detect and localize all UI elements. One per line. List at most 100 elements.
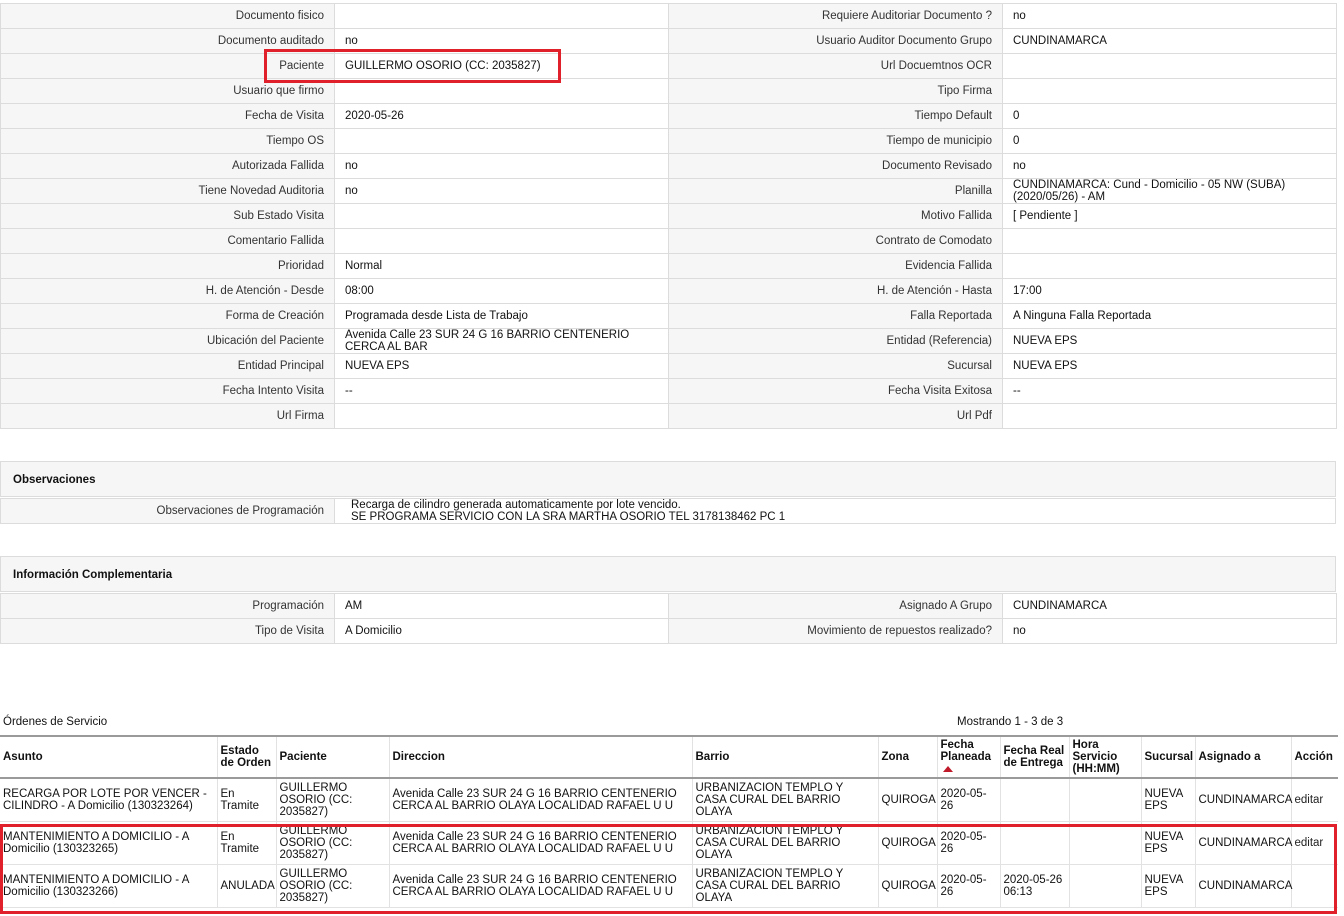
cell-sucursal: NUEVA EPS <box>1140 778 1195 822</box>
column-header-zona[interactable]: Zona <box>877 735 937 779</box>
tiempo-de-municipio-value: 0 <box>1002 128 1337 154</box>
column-header-asunto[interactable]: Asunto <box>0 735 217 779</box>
cell-hora-servicio <box>1068 864 1141 908</box>
cell-accion: editar <box>1290 821 1338 865</box>
column-header-accion[interactable]: Acción <box>1290 735 1338 779</box>
cell-fecha-real-de-entrega: 2020-05-26 06:13 <box>999 864 1069 908</box>
detail-row: Programación AM Asignado A Grupo CUNDINAMAR… <box>0 593 1337 619</box>
detail-row: Fecha de Visita 2020-05-26 Tiempo Default 0 <box>0 103 1337 129</box>
column-header-direccion[interactable]: Direccion <box>388 735 692 779</box>
cell-accion: editar <box>1290 778 1338 822</box>
entidad-referencia-label: Entidad (Referencia) <box>668 328 1003 354</box>
ordenes-title: Órdenes de Servicio <box>3 716 108 728</box>
entidad-principal-value: NUEVA EPS <box>334 353 669 379</box>
column-header-label: Asignado a <box>1198 751 1261 763</box>
motivo-fallida-value: [ Pendiente ] <box>1002 203 1337 229</box>
programacion-label: Programación <box>0 593 335 619</box>
evidencia-fallida-label: Evidencia Fallida <box>668 253 1003 279</box>
cell-asignado-a: CUNDINAMARCA <box>1194 821 1292 865</box>
tiempo-default-label: Tiempo Default <box>668 103 1003 129</box>
documento-fisico-label: Documento fisico <box>0 3 335 29</box>
contrato-de-comodato-value <box>1002 228 1337 254</box>
cell-paciente: GUILLERMO OSORIO (CC: 2035827) <box>275 821 389 865</box>
cell-fecha-real-de-entrega <box>999 821 1069 865</box>
tiempo-default-value: 0 <box>1002 103 1337 129</box>
motivo-fallida-label: Motivo Fallida <box>668 203 1003 229</box>
falla-reportada-value: A Ninguna Falla Reportada <box>1002 303 1337 329</box>
detail-row: Prioridad Normal Evidencia Fallida <box>0 253 1337 279</box>
prioridad-label: Prioridad <box>0 253 335 279</box>
paciente-value: GUILLERMO OSORIO (CC: 2035827) <box>334 53 669 79</box>
table-row: RECARGA POR LOTE POR VENCER - CILINDRO -… <box>0 778 1338 822</box>
detail-row: Forma de Creación Programada desde Lista … <box>0 303 1337 329</box>
tipo-de-visita-value: A Domicilio <box>334 618 669 644</box>
detail-row: Sub Estado Visita Motivo Fallida[ Pendien… <box>0 203 1337 229</box>
url-firma-value <box>334 403 669 429</box>
observaciones-line-2: SE PROGRAMA SERVICIO CON LA SRA MARTHA O… <box>351 511 786 523</box>
column-header-label: Acción <box>1294 751 1333 763</box>
detail-row: Ubicación del Paciente Avenida Calle 23 S… <box>0 328 1337 354</box>
cell-sucursal: NUEVA EPS <box>1140 864 1195 908</box>
fecha-de-visita-label: Fecha de Visita <box>0 103 335 129</box>
url-pdf-label: Url Pdf <box>668 403 1003 429</box>
tipo-firma-label: Tipo Firma <box>668 78 1003 104</box>
evidencia-fallida-value <box>1002 253 1337 279</box>
movimiento-de-repuestos-realizado-value: no <box>1002 618 1337 644</box>
cell-asunto: MANTENIMIENTO A DOMICILIO - A Domicilio … <box>0 821 217 865</box>
cell-estado-de-orden: ANULADA <box>216 864 276 908</box>
tiene-novedad-auditoria-value: no <box>334 178 669 204</box>
column-header-asignado-a[interactable]: Asignado a <box>1194 735 1291 779</box>
ubicacion-del-paciente-label: Ubicación del Paciente <box>0 328 335 354</box>
url-docuemtnos-ocr-value <box>1002 53 1337 79</box>
column-header-estado-de-orden[interactable]: Estado de Orden <box>216 735 276 779</box>
column-header-fecha-real-de-entrega[interactable]: Fecha Real de Entrega <box>999 735 1069 779</box>
autorizada-fallida-label: Autorizada Fallida <box>0 153 335 179</box>
sucursal-label: Sucursal <box>668 353 1003 379</box>
cell-barrio: URBANIZACION TEMPLO Y CASA CURAL DEL BAR… <box>691 864 878 908</box>
forma-de-creacion-label: Forma de Creación <box>0 303 335 329</box>
edit-link[interactable]: editar <box>1295 794 1324 806</box>
falla-reportada-label: Falla Reportada <box>668 303 1003 329</box>
column-header-label: Fecha Planeada <box>940 739 992 763</box>
forma-de-creacion-value: Programada desde Lista de Trabajo <box>334 303 669 329</box>
usuario-auditor-documento-grupo-value: CUNDINAMARCA <box>1002 28 1337 54</box>
cell-paciente: GUILLERMO OSORIO (CC: 2035827) <box>275 864 389 908</box>
detail-row: H. de Atención - Desde 08:00 H. de Atenció… <box>0 278 1337 304</box>
tiempo-de-municipio-label: Tiempo de municipio <box>668 128 1003 154</box>
cell-asignado-a: CUNDINAMARCA <box>1194 778 1292 822</box>
fecha-visita-exitosa-label: Fecha Visita Exitosa <box>668 378 1003 404</box>
column-header-label: Direccion <box>392 751 445 763</box>
planilla-value: CUNDINAMARCA: Cund - Domicilio - 05 NW (… <box>1002 178 1337 204</box>
usuario-que-firmo-value <box>334 78 669 104</box>
detail-row: Url Firma Url Pdf <box>0 403 1337 429</box>
detail-row: Tipo de Visita A Domicilio Movimiento de r… <box>0 618 1337 644</box>
edit-link[interactable]: editar <box>1295 837 1324 849</box>
comentario-fallida-label: Comentario Fallida <box>0 228 335 254</box>
visit-details-table: Documento fisico Requiere Auditoriar Docu… <box>0 3 1337 429</box>
observaciones-value: Recarga de cilindro generada automaticam… <box>334 498 1336 524</box>
programacion-value: AM <box>334 593 669 619</box>
observaciones-label: Observaciones de Programación <box>0 498 335 524</box>
column-header-label: Asunto <box>3 751 43 763</box>
comentario-fallida-value <box>334 228 669 254</box>
tiempo-os-label: Tiempo OS <box>0 128 335 154</box>
column-header-sucursal[interactable]: Sucursal <box>1140 735 1195 779</box>
column-header-hora-servicio[interactable]: Hora Servicio (HH:MM) <box>1068 735 1141 779</box>
documento-revisado-label: Documento Revisado <box>668 153 1003 179</box>
detail-row: Comentario Fallida Contrato de Comodato <box>0 228 1337 254</box>
cell-asunto: RECARGA POR LOTE POR VENCER - CILINDRO -… <box>0 778 217 822</box>
cell-direccion: Avenida Calle 23 SUR 24 G 16 BARRIO CENT… <box>388 864 692 908</box>
table-row: MANTENIMIENTO A DOMICILIO - A Domicilio … <box>0 821 1338 865</box>
column-header-fecha-planeada[interactable]: Fecha Planeada <box>936 735 1000 779</box>
cell-asunto: MANTENIMIENTO A DOMICILIO - A Domicilio … <box>0 864 217 908</box>
column-header-label: Estado de Orden <box>220 745 271 769</box>
informacion-complementaria-header: Información Complementaria <box>0 556 1336 592</box>
column-header-barrio[interactable]: Barrio <box>691 735 878 779</box>
cell-estado-de-orden: En Tramite <box>216 821 276 865</box>
ordenes-count: Mostrando 1 - 3 de 3 <box>957 716 1064 728</box>
column-header-paciente[interactable]: Paciente <box>275 735 389 779</box>
cell-fecha-planeada: 2020-05-26 <box>936 821 1000 865</box>
sort-ascending-icon[interactable] <box>942 765 953 772</box>
cell-estado-de-orden: En Tramite <box>216 778 276 822</box>
tipo-firma-value <box>1002 78 1337 104</box>
